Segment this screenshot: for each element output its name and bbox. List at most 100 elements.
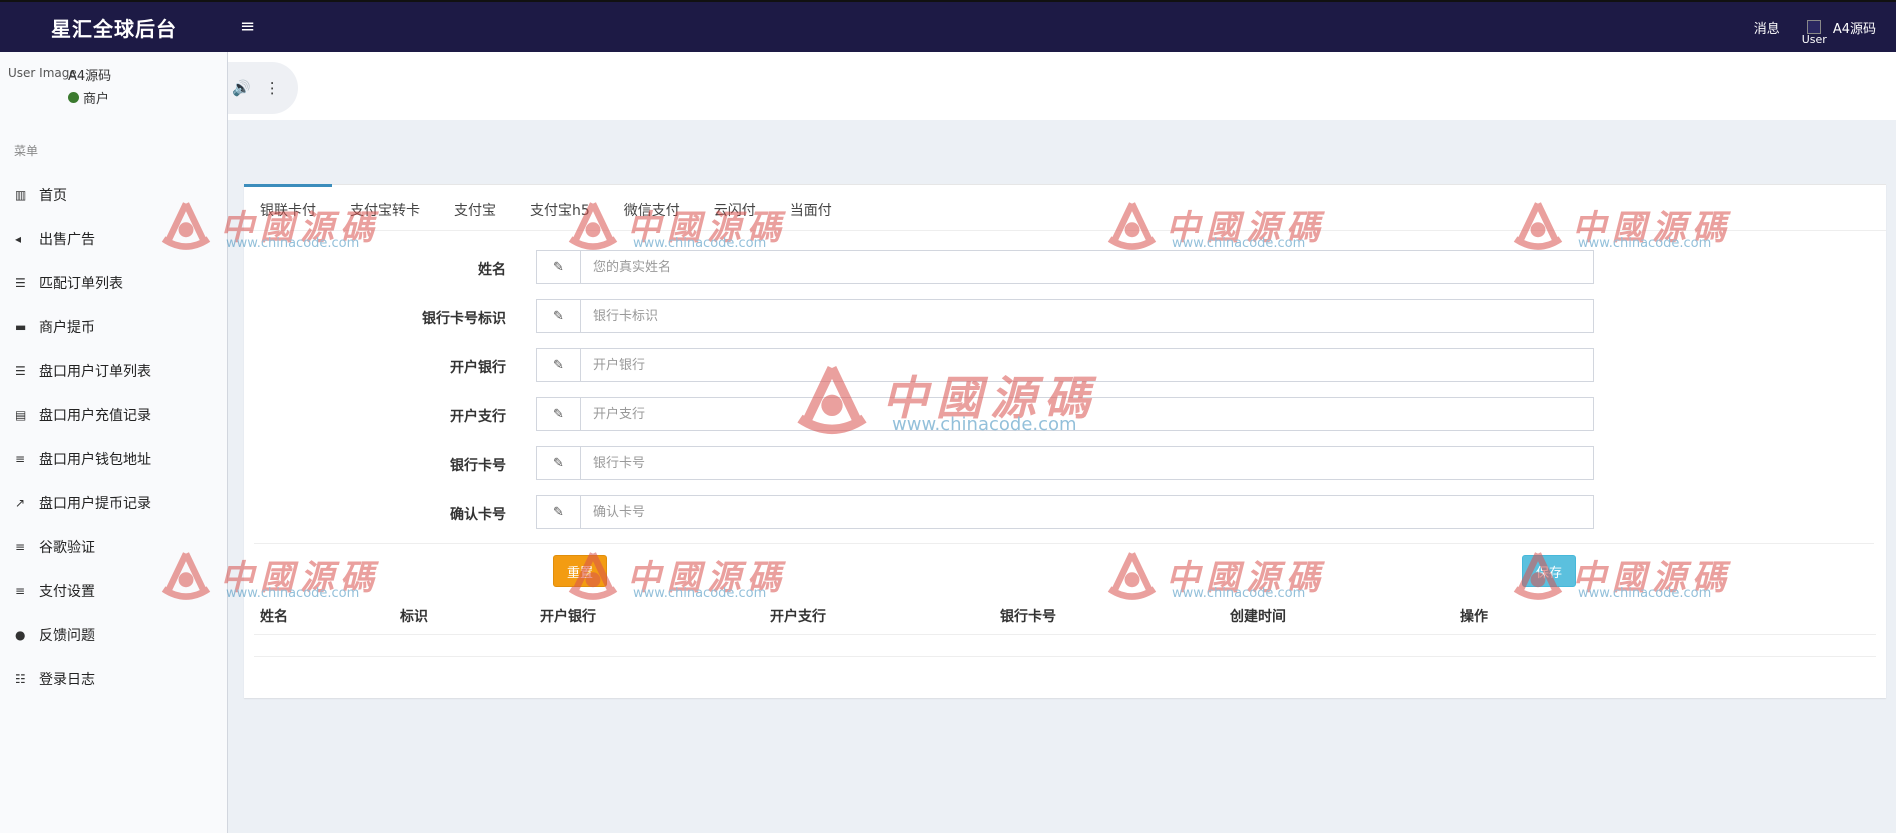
sidebar-item-4[interactable]: ☰ 盘口用户订单列表 bbox=[0, 349, 227, 393]
input-group: ✎ bbox=[536, 495, 1594, 529]
input-group: ✎ bbox=[536, 446, 1594, 480]
save-button[interactable]: 保存 bbox=[1522, 555, 1576, 587]
sidebar-item-3[interactable]: ▬ 商户提币 bbox=[0, 305, 227, 349]
payment-settings-box: 银联卡付支付宝转卡支付宝支付宝h5微信支付云闪付当面付 姓名✎银行卡号标识✎开户… bbox=[244, 184, 1886, 698]
volume-icon[interactable]: 🔊 bbox=[232, 79, 251, 97]
column-header: 开户银行 bbox=[540, 609, 596, 625]
tab-6[interactable]: 当面付 bbox=[790, 200, 832, 230]
form-divider bbox=[254, 543, 1874, 544]
input-group: ✎ bbox=[536, 348, 1594, 382]
online-dot-icon bbox=[68, 92, 79, 103]
sidebar-username: A4源码 bbox=[68, 69, 112, 84]
field-input[interactable] bbox=[581, 496, 1593, 528]
sidebar-item-1[interactable]: ◂ 出售广告 bbox=[0, 217, 227, 261]
sidebar-item-7[interactable]: ↗ 盘口用户提币记录 bbox=[0, 481, 227, 525]
bar-chart-icon: ▥ bbox=[15, 188, 27, 202]
pencil-icon: ✎ bbox=[537, 496, 581, 528]
field-input[interactable] bbox=[581, 398, 1593, 430]
external-link-icon: ↗ bbox=[15, 496, 26, 510]
content-header: 🔊 ⋮ bbox=[228, 52, 1896, 120]
menu-header: 菜单 bbox=[14, 144, 39, 158]
bars-icon: ≡ bbox=[15, 584, 26, 598]
sidebar-item-5[interactable]: ▤ 盘口用户充值记录 bbox=[0, 393, 227, 437]
table-body-empty bbox=[254, 635, 1876, 657]
field-label: 开户银行 bbox=[450, 360, 506, 376]
sidebar-item-8[interactable]: ≡ 谷歌验证 bbox=[0, 525, 227, 569]
tab-5[interactable]: 云闪付 bbox=[714, 200, 756, 230]
field-label: 开户支行 bbox=[450, 409, 506, 425]
pencil-icon: ✎ bbox=[537, 251, 581, 283]
list-icon: ☰ bbox=[15, 364, 26, 378]
sidebar-item-label: 谷歌验证 bbox=[39, 540, 95, 556]
clipboard-icon: ▤ bbox=[15, 408, 27, 422]
form-row: 姓名 ✎ bbox=[244, 250, 1886, 286]
sidebar-status: 商户 bbox=[68, 88, 109, 107]
input-group: ✎ bbox=[536, 299, 1594, 333]
sidebar-item-9[interactable]: ≡ 支付设置 bbox=[0, 569, 227, 613]
active-tab-indicator bbox=[244, 184, 332, 187]
bullhorn-icon: ◂ bbox=[15, 232, 22, 246]
pencil-icon: ✎ bbox=[537, 447, 581, 479]
sidebar-item-label: 盘口用户钱包地址 bbox=[39, 452, 151, 468]
input-group: ✎ bbox=[536, 397, 1594, 431]
reset-button[interactable]: 重置 bbox=[553, 555, 607, 587]
list-icon: ☰ bbox=[15, 276, 26, 290]
sidebar-toggle-icon[interactable]: ≡ bbox=[240, 16, 255, 37]
pencil-icon: ✎ bbox=[537, 349, 581, 381]
column-header: 姓名 bbox=[260, 609, 288, 625]
navbar-right: 消息 User A4源码 bbox=[1754, 2, 1876, 52]
comment-icon: ● bbox=[15, 628, 26, 642]
sidebar-item-2[interactable]: ☰ 匹配订单列表 bbox=[0, 261, 227, 305]
sidebar-item-0[interactable]: ▥ 首页 bbox=[0, 173, 227, 217]
pencil-icon: ✎ bbox=[537, 398, 581, 430]
sidebar-item-label: 出售广告 bbox=[39, 232, 95, 248]
field-input[interactable] bbox=[581, 300, 1593, 332]
tab-4[interactable]: 微信支付 bbox=[624, 200, 680, 230]
messages-link[interactable]: 消息 bbox=[1754, 18, 1780, 37]
input-group: ✎ bbox=[536, 250, 1594, 284]
sidebar-item-10[interactable]: ● 反馈问题 bbox=[0, 613, 227, 657]
sidebar-item-label: 反馈问题 bbox=[39, 628, 95, 644]
field-label: 姓名 bbox=[478, 262, 506, 278]
avatar-alt-text: User bbox=[1801, 33, 1827, 46]
sidebar-menu: ▥ 首页 ◂ 出售广告 ☰ 匹配订单列表 ▬ 商户提币 ☰ 盘口用户订单列表 ▤ 盘口用户充值记录 ≡ 盘… bbox=[0, 173, 227, 701]
form-row: 银行卡号标识 ✎ bbox=[244, 299, 1886, 335]
field-label: 银行卡号 bbox=[450, 458, 506, 474]
form-row: 确认卡号 ✎ bbox=[244, 495, 1886, 531]
field-input[interactable] bbox=[581, 447, 1593, 479]
tab-1[interactable]: 支付宝转卡 bbox=[350, 200, 420, 230]
form-row: 开户银行 ✎ bbox=[244, 348, 1886, 384]
sidebar-item-label: 匹配订单列表 bbox=[39, 276, 123, 292]
tab-3[interactable]: 支付宝h5 bbox=[530, 200, 590, 230]
column-header: 创建时间 bbox=[1230, 609, 1286, 625]
tab-2[interactable]: 支付宝 bbox=[454, 200, 496, 230]
sidebar-avatar: User Image bbox=[8, 66, 77, 80]
broken-image-icon bbox=[1807, 20, 1822, 34]
status-text: 商户 bbox=[83, 92, 110, 107]
tab-0[interactable]: 银联卡付 bbox=[260, 200, 316, 230]
pencil-icon: ✎ bbox=[537, 300, 581, 332]
field-label: 银行卡号标识 bbox=[422, 311, 506, 327]
sidebar-item-label: 盘口用户充值记录 bbox=[39, 408, 151, 424]
field-input[interactable] bbox=[581, 251, 1593, 283]
audio-control: 🔊 ⋮ bbox=[228, 62, 298, 114]
top-navbar: 星汇全球后台 ≡ 消息 User A4源码 bbox=[0, 0, 1896, 52]
column-header: 银行卡号 bbox=[1000, 609, 1056, 625]
payment-tabs: 银联卡付 支付宝转卡 支付宝 支付宝h5 微信支付 云闪付 当面付 bbox=[244, 184, 1886, 231]
field-input[interactable] bbox=[581, 349, 1593, 381]
column-header: 标识 bbox=[400, 609, 428, 625]
sidebar-item-label: 盘口用户提币记录 bbox=[39, 496, 151, 512]
form-row: 银行卡号 ✎ bbox=[244, 446, 1886, 482]
bars-icon: ≡ bbox=[15, 540, 26, 554]
sidebar-item-6[interactable]: ≡ 盘口用户钱包地址 bbox=[0, 437, 227, 481]
more-vertical-icon[interactable]: ⋮ bbox=[265, 79, 280, 97]
credit-card-icon: ▬ bbox=[15, 320, 27, 334]
list-ol-icon: ☷ bbox=[15, 672, 26, 686]
sidebar-user-panel: User Image A4源码 商户 bbox=[0, 52, 227, 122]
brand-logo[interactable]: 星汇全球后台 bbox=[0, 2, 228, 52]
user-menu[interactable]: User A4源码 bbox=[1802, 8, 1876, 46]
column-header: 操作 bbox=[1460, 609, 1488, 625]
form-row: 开户支行 ✎ bbox=[244, 397, 1886, 433]
bars-icon: ≡ bbox=[15, 452, 26, 466]
sidebar-item-11[interactable]: ☷ 登录日志 bbox=[0, 657, 227, 701]
